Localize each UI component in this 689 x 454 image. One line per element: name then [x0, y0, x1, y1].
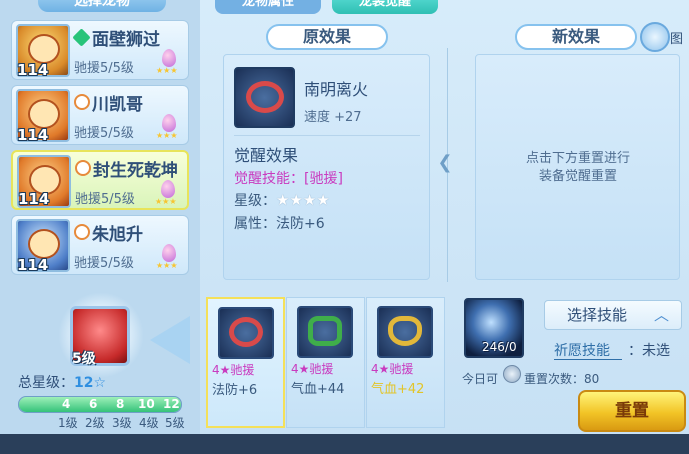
pet-level: 114: [17, 61, 49, 79]
star-progress-fill: [19, 397, 181, 412]
pet-assist-level: 驰援5/5级: [74, 61, 134, 76]
pet-list-header: 选择龙物: [38, 0, 166, 12]
pet-assist-level: 驰援5/5级: [74, 126, 134, 141]
equipment-name: 南明离火: [304, 80, 369, 99]
assist-badge-icon: ★★★: [155, 180, 181, 206]
pet-item[interactable]: 114 面壁狮过 驰援5/5级 ★★★: [11, 20, 189, 80]
pet-level: 114: [17, 126, 49, 144]
reset-count: 重置次数：80: [524, 372, 600, 386]
pet-item-selected[interactable]: 114 封生死乾坤 驰援5/5级 ★★★: [11, 150, 189, 210]
pet-list[interactable]: 114 面壁狮过 驰援5/5级 ★★★ 114 川凯哥 驰援5/5级 ★★★ 1…: [11, 20, 189, 278]
equip-slot[interactable]: 4★驰援 气血+44: [286, 297, 365, 428]
chevron-left-icon: ❮: [437, 152, 453, 173]
tab-pet-attributes[interactable]: 龙物属性: [215, 0, 321, 14]
total-star: 总星级：12☆: [18, 372, 106, 392]
bar-threshold: 12: [163, 397, 180, 411]
bottom-bar: [0, 434, 689, 454]
catalog-label[interactable]: 图: [670, 28, 683, 47]
select-skill-label: 选择技能: [567, 306, 628, 324]
awaken-effect-title: 觉醒效果: [234, 146, 299, 165]
original-effect-header: 原效果: [266, 24, 388, 50]
chevron-up-icon: ︿: [653, 306, 669, 324]
pet-item[interactable]: 114 川凯哥 驰援5/5级 ★★★: [11, 85, 189, 145]
pet-name: 朱旭升: [92, 225, 143, 245]
equip-slot-tag: 4★驰援: [371, 362, 414, 376]
bar-level-label: 5级: [165, 416, 185, 430]
assist-badge-icon: ★★★: [156, 49, 182, 75]
pet-type-icon: [74, 224, 90, 240]
equip-slot[interactable]: 4★驰援 气血+42: [366, 297, 445, 428]
star-rating: ★★★★: [276, 191, 330, 209]
wish-skill-underline: [554, 359, 622, 360]
equip-slot-value: 气血+44: [291, 382, 345, 397]
assist-badge-icon: ★★★: [156, 244, 182, 270]
bar-threshold: 8: [116, 397, 125, 411]
pet-type-icon: [74, 94, 90, 110]
pet-name: 封生死乾坤: [93, 161, 178, 181]
bar-level-label: 3级: [112, 416, 132, 430]
pet-assist-level: 驰援5/5级: [75, 192, 135, 207]
wish-skill-link[interactable]: 祈愿技能: [554, 340, 610, 360]
equip-slot-selected[interactable]: 4★驰援 法防+6: [206, 297, 285, 428]
bar-threshold: 6: [89, 397, 98, 411]
equipment-speed: 速度 +27: [304, 110, 362, 125]
reset-hint: 点击下方重置进行 装备觉醒重置: [488, 150, 668, 186]
equipment-icon: [234, 67, 295, 128]
reset-button[interactable]: 重置: [578, 390, 686, 432]
reset-hint-line: 点击下方重置进行: [525, 151, 630, 166]
reset-item-count: 246/0: [482, 340, 517, 354]
assist-badge-icon: ★★★: [156, 114, 182, 140]
pet-assist-level: 驰援5/5级: [74, 256, 134, 271]
bar-threshold: 4: [62, 397, 71, 411]
today-label: 今日可: [462, 372, 499, 386]
arrow-left-icon: [150, 316, 190, 364]
equipment-icon: [218, 307, 274, 359]
bar-level-label: 1级: [58, 416, 78, 430]
new-effect-header: 新效果: [515, 24, 637, 50]
equip-slot-tag: 4★驰援: [212, 363, 255, 377]
pet-name: 川凯哥: [92, 95, 143, 115]
awaken-star-level: 星级：★★★★: [234, 190, 330, 210]
total-star-label: 总星级：: [18, 375, 74, 391]
reset-hint-line: 装备觉醒重置: [538, 169, 617, 184]
equip-slot-value: 法防+6: [212, 383, 258, 398]
pet-level: 114: [17, 256, 49, 274]
bar-level-label: 4级: [139, 416, 159, 430]
pet-item[interactable]: 114 朱旭升 驰援5/5级 ★★★: [11, 215, 189, 275]
total-star-value: 12☆: [74, 375, 107, 391]
star-label: 星级：: [234, 193, 276, 209]
pet-level: 114: [18, 190, 50, 208]
bar-level-label: 2级: [85, 416, 105, 430]
assist-level-label: 5级: [72, 351, 96, 367]
equipment-icon: [377, 306, 433, 358]
coin-icon: [503, 365, 521, 383]
awaken-skill: 觉醒技能：[驰援]: [234, 171, 343, 187]
tab-equip-awaken[interactable]: 龙装觉醒: [332, 0, 438, 14]
bar-threshold: 10: [138, 397, 155, 411]
equip-slot-tag: 4★驰援: [291, 362, 334, 376]
catalog-book-icon[interactable]: [640, 22, 670, 52]
divider: [234, 135, 420, 136]
equipment-icon: [297, 306, 353, 358]
select-skill-button[interactable]: 选择技能 ︿: [544, 300, 682, 330]
wish-skill-value: ：未选: [628, 343, 670, 359]
pet-name: 面壁狮过: [92, 30, 160, 50]
pet-type-icon: [72, 28, 91, 47]
equip-slot-value: 气血+42: [371, 382, 425, 397]
awaken-attribute: 属性：法防+6: [234, 216, 325, 232]
pet-type-icon: [75, 160, 91, 176]
